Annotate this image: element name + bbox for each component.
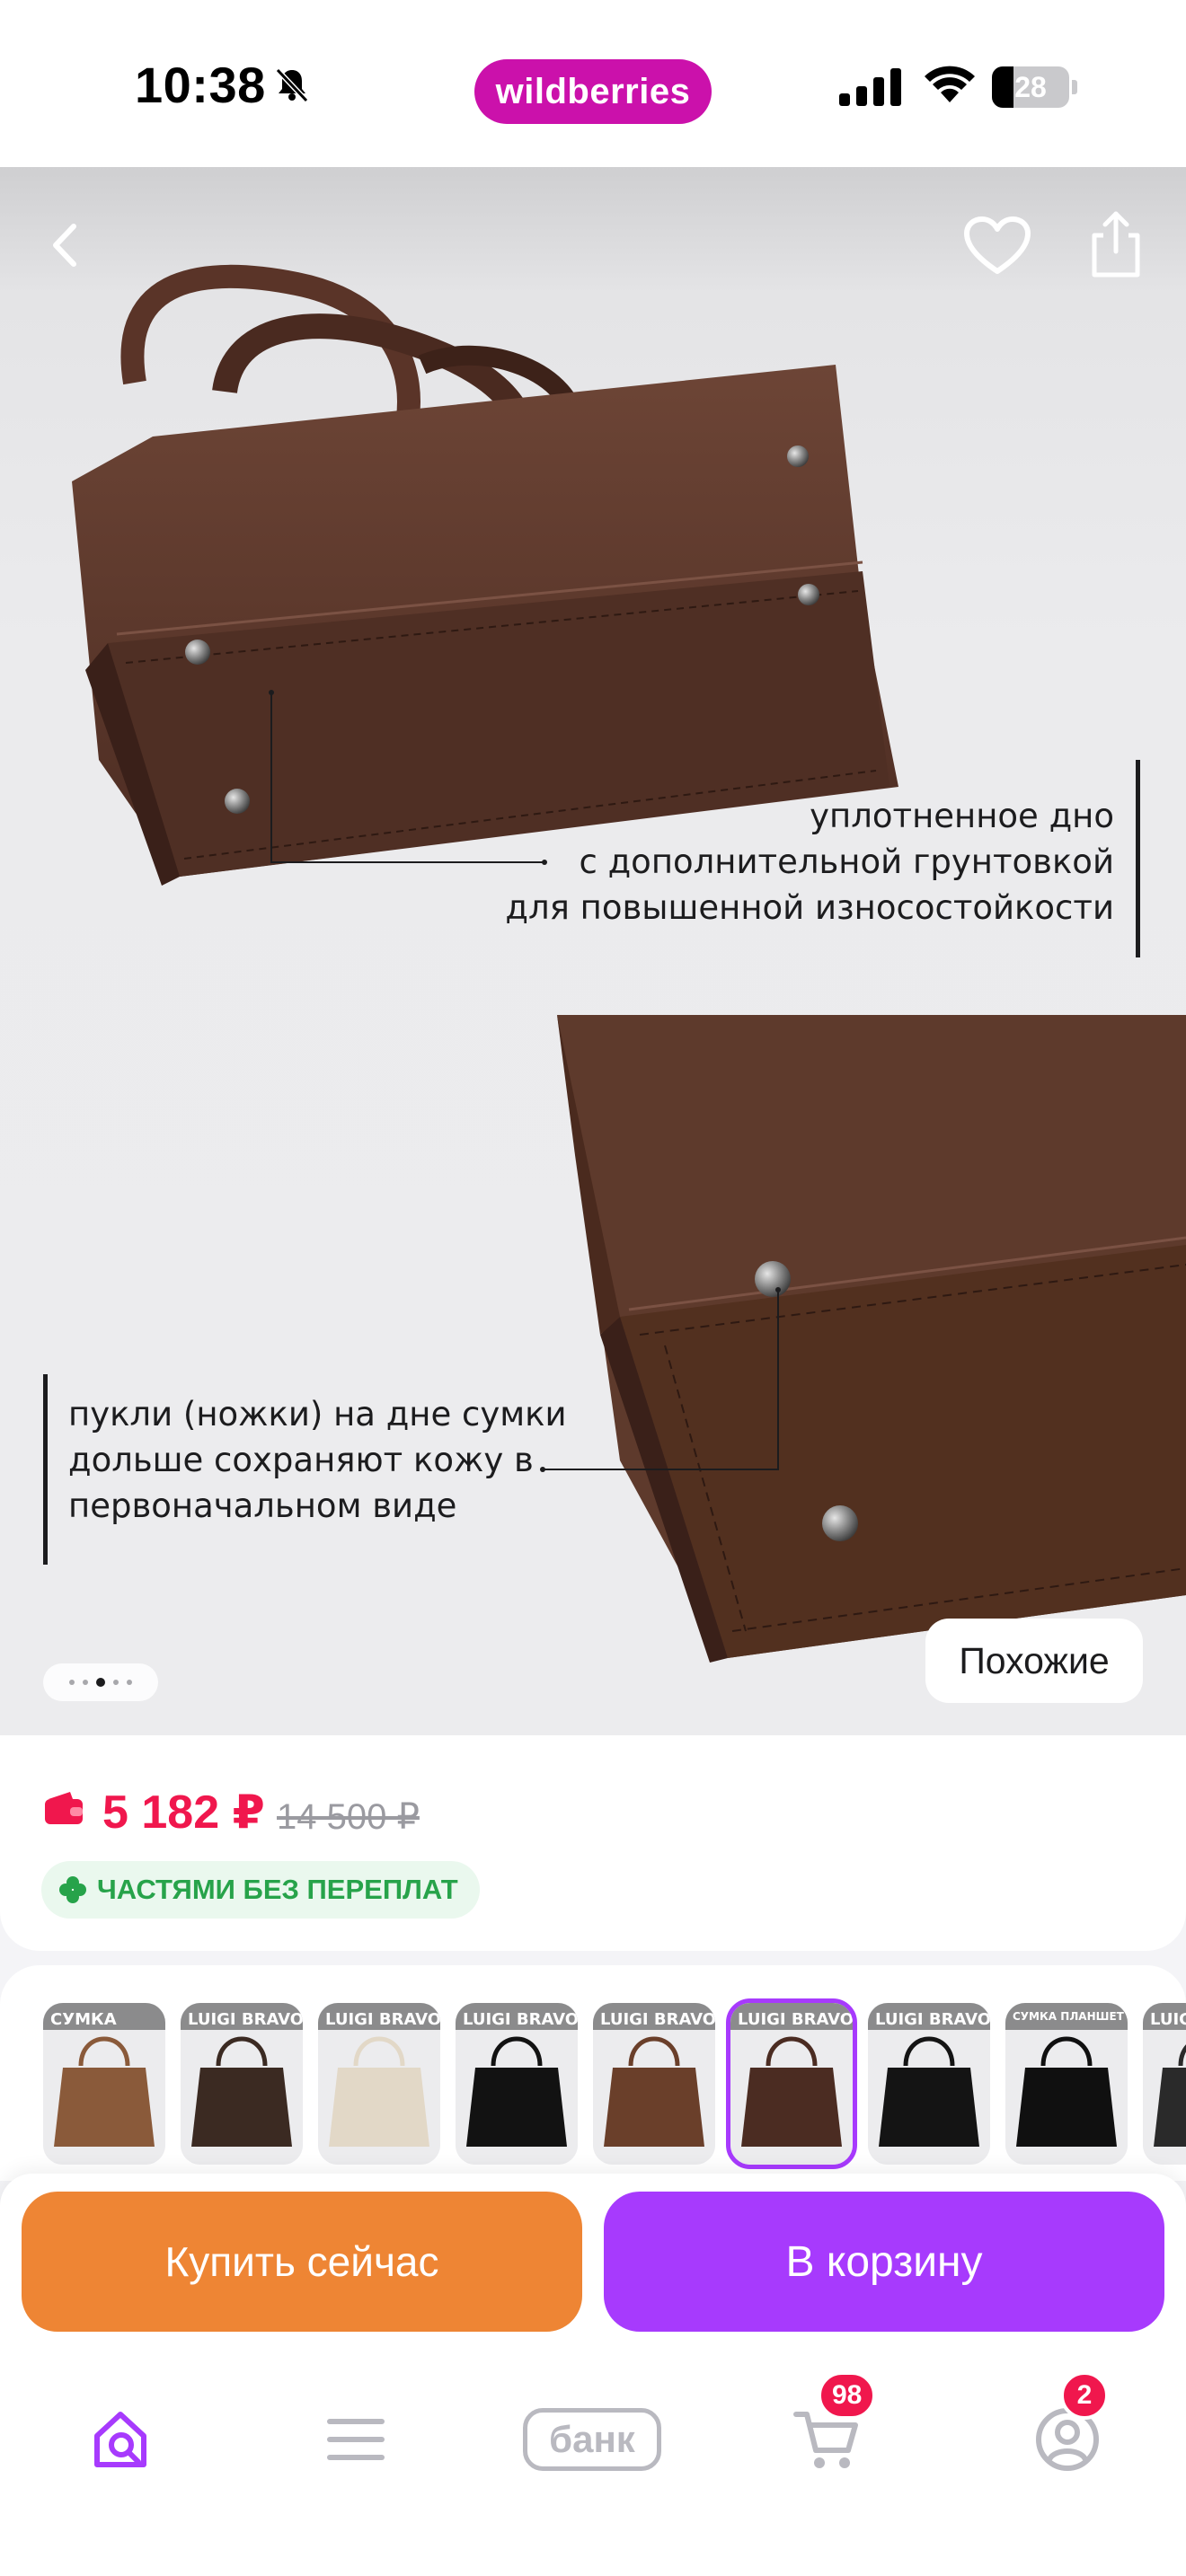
- purchase-action-bar: Купить сейчас В корзину: [0, 2174, 1186, 2359]
- tab-bank[interactable]: банк: [516, 2386, 668, 2493]
- variant-label: СУМКА: [50, 2010, 117, 2029]
- add-to-cart-button[interactable]: В корзину: [604, 2192, 1164, 2332]
- color-variants-strip[interactable]: СУМКА LUIGI BRAVO LUIGI BRAVO LUIGI BRAVO LU…: [0, 1965, 1186, 2181]
- bell-muted-icon: [275, 67, 309, 103]
- status-bar: 10:38 wildberries 28: [0, 0, 1186, 167]
- variant-label: LUIGI BRAVO: [325, 2010, 440, 2029]
- current-price: 5 182 ₽: [102, 1786, 265, 1839]
- variant-thumbnail[interactable]: СУМКА: [43, 2003, 165, 2165]
- variant-thumbnail[interactable]: LUIGI BRAVO: [181, 2003, 303, 2165]
- favorite-heart-icon[interactable]: [961, 214, 1033, 278]
- battery-indicator: 28: [992, 66, 1078, 108]
- installments-badge[interactable]: ЧАСТЯМИ БЕЗ ПЕРЕПЛАТ: [41, 1861, 480, 1919]
- gallery-page-indicator: [43, 1663, 158, 1701]
- variant-thumbnail[interactable]: LUIGI BRAVO: [593, 2003, 715, 2165]
- status-time: 10:38: [135, 57, 266, 113]
- caption-line: пукли (ножки) на дне сумки: [68, 1395, 567, 1434]
- caption-line: дольше сохраняют кожу в: [68, 1441, 534, 1479]
- feature-caption-bottom: уплотненное дно с дополнительной грунтов…: [505, 793, 1114, 931]
- caption-line: с дополнительной грунтовкой: [579, 842, 1115, 881]
- caption-line: уплотненное дно: [810, 797, 1114, 835]
- brand-logo: wildberries: [474, 59, 712, 124]
- product-image-gallery[interactable]: уплотненное дно с дополнительной грунтов…: [0, 167, 1186, 1748]
- caption-line: первоначальном виде: [68, 1486, 457, 1525]
- variant-thumbnail[interactable]: LUIGI BRAVO: [318, 2003, 440, 2165]
- old-price: 14 500 ₽: [277, 1797, 420, 1837]
- home-search-icon: [94, 2412, 146, 2467]
- battery-level: 28: [1014, 70, 1047, 103]
- variant-label: LUIGI BRAVO: [600, 2010, 715, 2029]
- page-dot: [69, 1680, 75, 1685]
- wifi-icon: [925, 66, 975, 102]
- variant-label: LUIGI BRAVO: [188, 2010, 303, 2029]
- variant-thumbnail[interactable]: LUIGI BRAVO: [868, 2003, 990, 2165]
- variant-thumbnail[interactable]: LUIGI BRAVO: [726, 1998, 857, 2169]
- page-dot: [127, 1680, 132, 1685]
- variant-label: СУМКА ПЛАНШЕТ ОТ LUIGI BRAVO: [1013, 2010, 1128, 2023]
- tab-home[interactable]: [66, 2386, 174, 2493]
- page-dot: [83, 1680, 88, 1685]
- tab-catalog[interactable]: [302, 2386, 410, 2493]
- product-page: 10:38 wildberries 28 уплотненное дно с д…: [0, 0, 1186, 2576]
- page-dot: [113, 1680, 119, 1685]
- bottom-tab-bar: банк: [0, 2359, 1186, 2576]
- feature-caption-feet: пукли (ножки) на дне сумки дольше сохран…: [68, 1391, 567, 1529]
- buy-now-button[interactable]: Купить сейчас: [22, 2192, 582, 2332]
- variant-thumbnail[interactable]: СУМКА ПЛАНШЕТ ОТ LUIGI BRAVO: [1005, 2003, 1128, 2165]
- variant-label: LUIGI: [1150, 2010, 1186, 2029]
- wallet-icon: [45, 1792, 83, 1824]
- share-icon[interactable]: [1084, 208, 1148, 280]
- caption-line: для повышенной износостойкости: [505, 888, 1114, 927]
- menu-icon: [327, 2419, 385, 2460]
- installments-label: ЧАСТЯМИ БЕЗ ПЕРЕПЛАТ: [97, 1874, 458, 1905]
- clover-icon: [59, 1876, 86, 1903]
- bank-label: банк: [549, 2418, 635, 2460]
- variant-label: LUIGI BRAVO: [463, 2010, 578, 2029]
- cart-count-badge: 98: [818, 2371, 877, 2420]
- price-card: 5 182 ₽ 14 500 ₽ ЧАСТЯМИ БЕЗ ПЕРЕПЛАТ: [0, 1735, 1186, 1951]
- bag-thumbnail-image: [1005, 2003, 1128, 2165]
- variant-label: LUIGI BRAVO: [738, 2010, 853, 2029]
- page-dot: [96, 1678, 105, 1687]
- variant-thumbnail[interactable]: LUIGI BRAVO: [456, 2003, 578, 2165]
- back-chevron-icon[interactable]: [40, 214, 93, 277]
- bank-logo: банк: [523, 2408, 661, 2471]
- variant-label: LUIGI BRAVO: [875, 2010, 990, 2029]
- similar-products-button[interactable]: Похожие: [925, 1619, 1143, 1703]
- variant-thumbnail[interactable]: LUIGI: [1143, 2003, 1186, 2165]
- profile-notification-badge: 2: [1060, 2371, 1109, 2420]
- cellular-signal-icon: [839, 68, 901, 106]
